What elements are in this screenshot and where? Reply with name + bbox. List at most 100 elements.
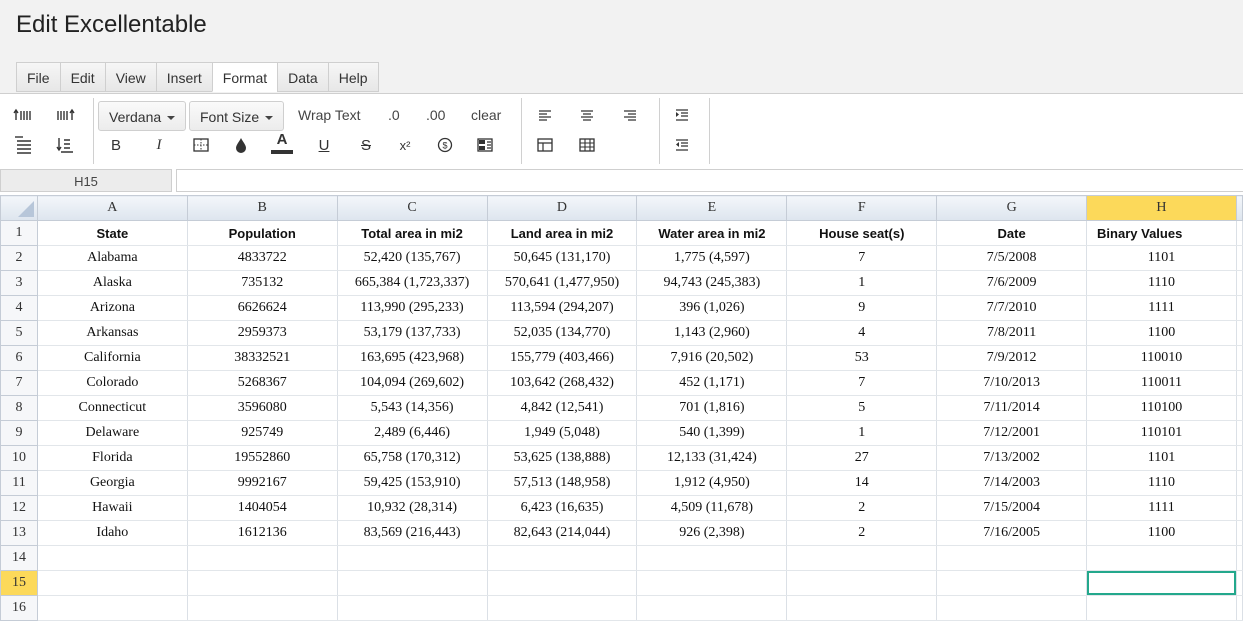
row-header-5[interactable]: 5 — [0, 320, 38, 346]
cell-d15[interactable] — [487, 570, 638, 596]
cell-f8[interactable]: 5 — [786, 395, 938, 421]
cell-d14[interactable] — [487, 545, 638, 571]
cell-a5[interactable]: Arkansas — [37, 320, 188, 346]
font-color-button[interactable]: A — [271, 132, 293, 154]
cell-d6[interactable]: 155,779 (403,466) — [487, 345, 638, 371]
cell-c10[interactable]: 65,758 (170,312) — [337, 445, 488, 471]
cell-d9[interactable]: 1,949 (5,048) — [487, 420, 638, 446]
cell-f12[interactable]: 2 — [786, 495, 938, 521]
indent-increase-icon[interactable] — [671, 104, 693, 126]
cell-c4[interactable]: 113,990 (295,233) — [337, 295, 488, 321]
cell-g11[interactable]: 7/14/2003 — [936, 470, 1088, 496]
cell-e4[interactable]: 396 (1,026) — [636, 295, 788, 321]
cell-a12[interactable]: Hawaii — [37, 495, 188, 521]
cell-b13[interactable]: 1612136 — [187, 520, 338, 546]
row-header-15[interactable]: 15 — [0, 570, 38, 596]
cell-g6[interactable]: 7/9/2012 — [936, 345, 1088, 371]
align-center-icon[interactable] — [576, 104, 598, 126]
cell-g9[interactable]: 7/12/2001 — [936, 420, 1088, 446]
cell-e5[interactable]: 1,143 (2,960) — [636, 320, 788, 346]
cell-b15[interactable] — [187, 570, 338, 596]
cell-a16[interactable] — [37, 595, 188, 621]
cell-c13[interactable]: 83,569 (216,443) — [337, 520, 488, 546]
cell-b14[interactable] — [187, 545, 338, 571]
align-right-icon[interactable] — [619, 104, 641, 126]
cell-b6[interactable]: 38332521 — [187, 345, 338, 371]
cell-d11[interactable]: 57,513 (148,958) — [487, 470, 638, 496]
insert-column-right-icon[interactable] — [54, 104, 76, 126]
cell-a2[interactable]: Alabama — [37, 245, 188, 271]
cell-b8[interactable]: 3596080 — [187, 395, 338, 421]
row-header-4[interactable]: 4 — [0, 295, 38, 321]
cell-b9[interactable]: 925749 — [187, 420, 338, 446]
cell-b16[interactable] — [187, 595, 338, 621]
cell-c9[interactable]: 2,489 (6,446) — [337, 420, 488, 446]
cell-f3[interactable]: 1 — [786, 270, 938, 296]
align-left-icon[interactable] — [534, 104, 556, 126]
underline-button[interactable]: U — [313, 134, 335, 156]
cell-b5[interactable]: 2959373 — [187, 320, 338, 346]
cell-e15[interactable] — [636, 570, 788, 596]
row-header-9[interactable]: 9 — [0, 420, 38, 446]
cell-a13[interactable]: Idaho — [37, 520, 188, 546]
cell-h2[interactable]: 1101 — [1086, 245, 1237, 271]
cell-reference[interactable]: H15 — [0, 169, 172, 192]
cell-f14[interactable] — [786, 545, 938, 571]
cell-c5[interactable]: 53,179 (137,733) — [337, 320, 488, 346]
column-header-b[interactable]: B — [186, 195, 338, 221]
column-header-a[interactable]: A — [36, 195, 188, 221]
cell-e1[interactable]: Water area in mi2 — [636, 220, 788, 246]
cell-d8[interactable]: 4,842 (12,541) — [487, 395, 638, 421]
cell-e6[interactable]: 7,916 (20,502) — [636, 345, 788, 371]
row-header-2[interactable]: 2 — [0, 245, 38, 271]
cell-d3[interactable]: 570,641 (1,477,950) — [487, 270, 638, 296]
cell-g3[interactable]: 7/6/2009 — [936, 270, 1088, 296]
cell-f16[interactable] — [786, 595, 938, 621]
cell-c2[interactable]: 52,420 (135,767) — [337, 245, 488, 271]
cell-a14[interactable] — [37, 545, 188, 571]
row-header-14[interactable]: 14 — [0, 545, 38, 571]
cell-a7[interactable]: Colorado — [37, 370, 188, 396]
cell-b12[interactable]: 1404054 — [187, 495, 338, 521]
cell-d5[interactable]: 52,035 (134,770) — [487, 320, 638, 346]
merge-cells-icon[interactable] — [474, 134, 496, 156]
cell-h15[interactable] — [1086, 570, 1237, 596]
cell-e3[interactable]: 94,743 (245,383) — [636, 270, 788, 296]
cell-a9[interactable]: Delaware — [37, 420, 188, 446]
cell-b4[interactable]: 6626624 — [187, 295, 338, 321]
cell-c16[interactable] — [337, 595, 488, 621]
cell-a1[interactable]: State — [37, 220, 188, 246]
row-header-7[interactable]: 7 — [0, 370, 38, 396]
menu-help[interactable]: Help — [327, 62, 379, 92]
cell-e10[interactable]: 12,133 (31,424) — [636, 445, 788, 471]
cell-b7[interactable]: 5268367 — [187, 370, 338, 396]
select-all-corner[interactable] — [0, 195, 38, 221]
cell-f6[interactable]: 53 — [786, 345, 938, 371]
cell-h8[interactable]: 110100 — [1086, 395, 1237, 421]
row-header-12[interactable]: 12 — [0, 495, 38, 521]
row-header-1[interactable]: 1 — [0, 220, 38, 246]
cell-a6[interactable]: California — [37, 345, 188, 371]
cell-d16[interactable] — [487, 595, 638, 621]
column-header-g[interactable]: G — [936, 195, 1088, 221]
decimal-increase-button[interactable]: .00 — [426, 107, 445, 123]
cell-e8[interactable]: 701 (1,816) — [636, 395, 788, 421]
column-header-e[interactable]: E — [636, 195, 788, 221]
wrap-text-button[interactable]: Wrap Text — [298, 107, 361, 123]
cell-d4[interactable]: 113,594 (294,207) — [487, 295, 638, 321]
row-header-3[interactable]: 3 — [0, 270, 38, 296]
cell-f4[interactable]: 9 — [786, 295, 938, 321]
cell-d1[interactable]: Land area in mi2 — [487, 220, 638, 246]
cell-a8[interactable]: Connecticut — [37, 395, 188, 421]
column-header-f[interactable]: F — [786, 195, 938, 221]
cell-c12[interactable]: 10,932 (28,314) — [337, 495, 488, 521]
insert-row-above-icon[interactable] — [12, 134, 34, 156]
bold-button[interactable]: B — [105, 134, 127, 156]
cell-h6[interactable]: 110010 — [1086, 345, 1237, 371]
cell-e11[interactable]: 1,912 (4,950) — [636, 470, 788, 496]
cell-g15[interactable] — [936, 570, 1088, 596]
row-header-11[interactable]: 11 — [0, 470, 38, 496]
insert-column-left-icon[interactable] — [12, 104, 34, 126]
cell-b3[interactable]: 735132 — [187, 270, 338, 296]
cell-f2[interactable]: 7 — [786, 245, 938, 271]
